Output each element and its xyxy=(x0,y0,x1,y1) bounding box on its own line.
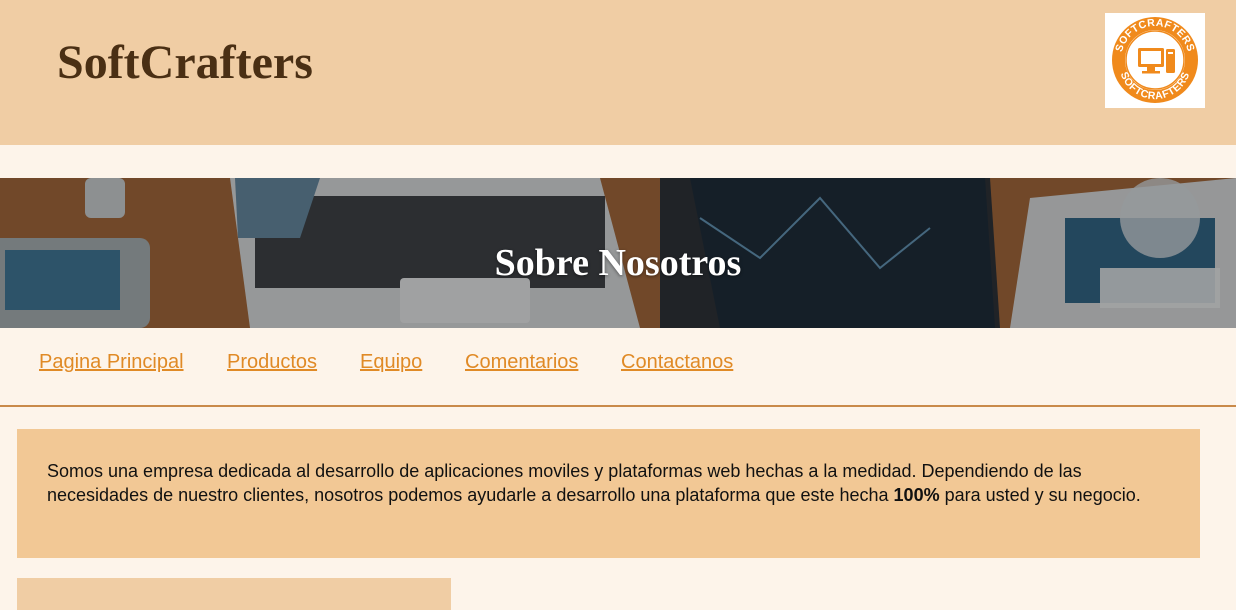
nav-link-pagina-principal[interactable]: Pagina Principal xyxy=(39,348,184,376)
nav-divider xyxy=(0,405,1236,407)
hero-banner: Sobre Nosotros xyxy=(0,178,1236,328)
nav-link-contactanos[interactable]: Contactanos xyxy=(621,348,733,376)
hero-title: Sobre Nosotros xyxy=(494,242,742,284)
nav-link-comentarios[interactable]: Comentarios xyxy=(465,348,578,376)
computer-monitor-icon: SOFTCRAFTERS SOFTCRAFTERS xyxy=(1112,17,1198,103)
brand-title: SoftCrafters xyxy=(57,36,313,89)
about-text: Somos una empresa dedicada al desarrollo… xyxy=(47,461,1141,505)
main-nav: Pagina Principal Productos Equipo Coment… xyxy=(0,348,1236,378)
nav-link-productos[interactable]: Productos xyxy=(227,348,317,376)
site-header: SoftCrafters SOFTCRAFTERS SOFTCRAFTERS xyxy=(0,0,1236,145)
company-logo[interactable]: SOFTCRAFTERS SOFTCRAFTERS xyxy=(1105,13,1205,108)
about-section: Somos una empresa dedicada al desarrollo… xyxy=(17,429,1200,558)
content-card xyxy=(17,578,451,610)
about-highlight: 100% xyxy=(893,485,940,505)
nav-link-equipo[interactable]: Equipo xyxy=(360,348,422,376)
